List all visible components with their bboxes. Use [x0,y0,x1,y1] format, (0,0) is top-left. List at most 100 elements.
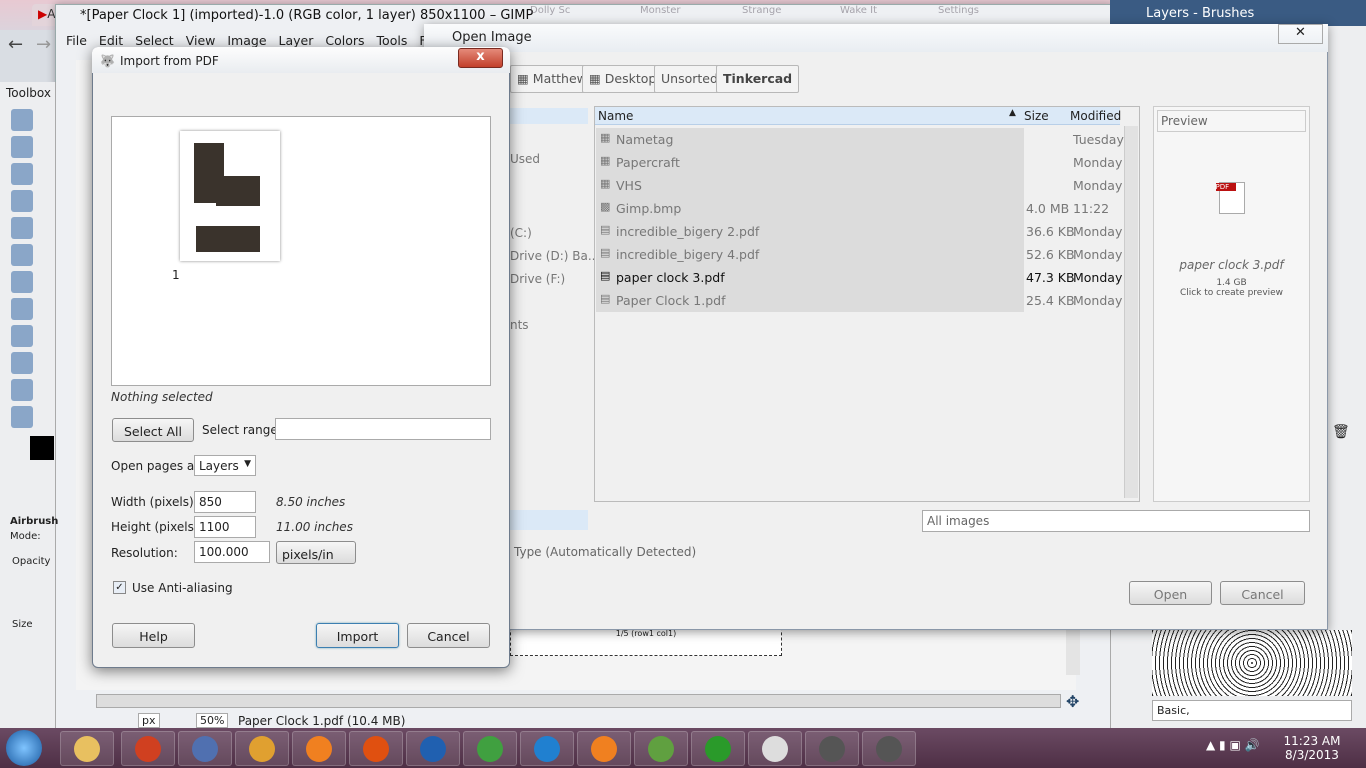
taskbar-media-player[interactable] [292,731,346,766]
gimp-icon [876,736,902,762]
flip-tool-icon[interactable] [11,271,33,293]
taskbar-speech[interactable] [178,731,232,766]
import-button[interactable]: Import [316,623,399,648]
tray-icons[interactable]: ▲ ▮ ▣ 🔊 [1206,738,1260,752]
taskbar-libreoffice[interactable] [748,731,802,766]
taskbar-chrome[interactable] [463,731,517,766]
antialias-checkbox[interactable]: ✓ [113,581,126,594]
file-row[interactable]: ▤ incredible_bigery 2.pdf [596,220,1024,243]
file-filter-select[interactable]: All images [922,510,1310,532]
close-button[interactable]: ✕ [1278,24,1323,44]
height-input[interactable]: 1100 [194,516,256,538]
browser-tab[interactable]: Wake It [840,5,877,16]
file-row[interactable]: ▦ Nametag [596,128,1024,151]
brush-tool-icon[interactable] [11,325,33,347]
taskbar-writer[interactable] [406,731,460,766]
pdf-cancel-button[interactable]: Cancel [407,623,490,648]
file-type-expander[interactable]: Type (Automatically Detected) [514,545,696,559]
scale-tool-icon[interactable] [11,244,33,266]
utorrent-icon [705,736,731,762]
delete-icon[interactable]: 🗑 [1332,424,1350,440]
taskbar-movie-maker[interactable] [235,731,289,766]
size-slider[interactable]: Size [12,619,55,630]
open-dialog-titlebar [424,24,1328,52]
place-recent[interactable]: Used [510,152,540,166]
brush-grid[interactable] [1152,630,1352,696]
path-tinkercad[interactable]: Tinkercad [716,65,800,93]
taskbar-firefox[interactable] [349,731,403,766]
open-cancel-button[interactable]: Cancel [1220,581,1305,605]
file-size: 47.3 KB [1026,270,1075,285]
open-button[interactable]: Open [1129,581,1212,605]
taskbar-utorrent[interactable] [691,731,745,766]
place-c[interactable]: (C:) [510,226,532,240]
help-button[interactable]: Help [112,623,195,648]
taskbar-gimp[interactable] [805,731,859,766]
file-row[interactable]: ▤ Paper Clock 1.pdf [596,289,1024,312]
browser-tab[interactable]: Strange [742,5,781,16]
place-f[interactable]: Drive (F:) [510,272,565,286]
browser-tab[interactable]: Dolly Sc [530,5,570,16]
browser-tab[interactable]: Settings [938,5,979,16]
foreground-color[interactable] [30,436,54,460]
file-row[interactable]: ▤ paper clock 3.pdf [596,266,1024,289]
clone-tool-icon[interactable] [11,163,33,185]
select-range-input[interactable] [275,418,491,440]
opacity-slider[interactable]: Opacity [12,556,55,567]
preview-pane[interactable]: Preview PDF paper clock 3.pdf 1.4 GB Cli… [1153,106,1310,502]
file-row[interactable]: ▦ VHS [596,174,1024,197]
horizontal-scrollbar[interactable] [96,694,1061,708]
back-icon[interactable]: ← [8,34,23,55]
file-row[interactable]: ▩ Gimp.bmp [596,197,1024,220]
column-name[interactable]: Name [598,109,633,123]
clock[interactable]: 11:23 AM 8/3/2013 [1282,734,1342,762]
sort-asc-icon: ▲ [1009,108,1016,118]
open-pages-select[interactable]: Layers ▼ [194,455,256,476]
forward-icon[interactable]: → [36,34,51,55]
smudge-tool-icon[interactable] [11,406,33,428]
firefox-icon [363,736,389,762]
ink-tool-icon[interactable] [11,352,33,374]
pdf-close-button[interactable]: x [458,48,503,68]
bucket-tool-icon[interactable] [11,298,33,320]
resolution-unit-select[interactable]: pixels/in [276,541,356,564]
places-selected[interactable] [510,108,588,124]
unit-select[interactable]: px [138,713,160,728]
select-all-button[interactable]: Select All [112,418,194,442]
resolution-input[interactable]: 100.000 [194,541,270,563]
taskbar-inkscape[interactable] [520,731,574,766]
browser-tab[interactable]: Monster [640,5,680,16]
file-list-scrollbar[interactable] [1124,126,1138,498]
rect-select-tool-icon[interactable] [11,109,33,131]
preview-label: Preview [1157,110,1306,132]
column-size[interactable]: Size [1024,109,1049,123]
path-unsorted[interactable]: Unsorted [654,65,725,93]
taskbar-paint[interactable] [121,731,175,766]
place-docs[interactable]: nts [510,318,529,332]
navigate-icon[interactable]: ✥ [1066,692,1079,711]
taskbar-explorer[interactable] [60,731,114,766]
file-row[interactable]: ▦ Papercraft [596,151,1024,174]
menu-file[interactable]: File [60,30,93,52]
path-desktop[interactable]: ▦ Desktop [582,65,664,93]
file-list-header: Name ▲ Size Modified [595,107,1121,125]
zoom-select[interactable]: 50% [196,713,229,728]
taskbar-blender[interactable] [577,731,631,766]
taskbar-fern-app[interactable] [634,731,688,766]
file-modified: Monday [1073,224,1123,239]
page-number: 1 [172,268,180,282]
zoom-tool-icon[interactable] [11,190,33,212]
page-thumbnail[interactable] [180,131,280,261]
start-button[interactable] [6,730,42,766]
column-modified[interactable]: Modified [1070,109,1121,123]
file-modified: 11:22 [1073,201,1110,216]
width-input[interactable]: 850 [194,491,256,513]
pencil-tool-icon[interactable] [11,136,33,158]
place-d[interactable]: Drive (D:) Ba... [510,249,599,263]
taskbar-gimp[interactable] [862,731,916,766]
page-thumbnails[interactable] [111,116,491,386]
move-tool-icon[interactable] [11,217,33,239]
stamp-tool-icon[interactable] [11,379,33,401]
brush-set-select[interactable]: Basic, [1152,700,1352,721]
file-row[interactable]: ▤ incredible_bigery 4.pdf [596,243,1024,266]
